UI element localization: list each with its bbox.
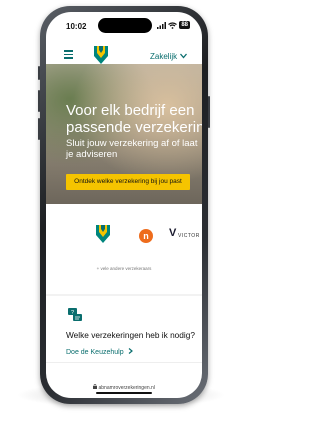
chat-question-icon: ? bbox=[68, 308, 82, 321]
segment-selector[interactable]: Zakelijk bbox=[150, 52, 177, 61]
more-insurers-text: + vele andere verzekeraars bbox=[96, 266, 152, 271]
wifi-icon bbox=[168, 21, 178, 29]
hero-subtitle: Sluit jouw verzekering af of laat je adv… bbox=[66, 138, 198, 160]
battery-indicator: 88 bbox=[179, 21, 190, 29]
hero-title: Voor elk bedrijf een passende verzekerin… bbox=[66, 102, 202, 136]
cta-button[interactable]: Ontdek welke verzekering bij jou past bbox=[66, 174, 190, 190]
victor-logo: VICTOR bbox=[178, 233, 200, 239]
keuzehulp-link-label[interactable]: Doe de Keuzehulp bbox=[66, 349, 124, 356]
side-button-left-top bbox=[38, 66, 40, 80]
section-divider bbox=[46, 294, 202, 296]
signal-icon bbox=[157, 21, 167, 29]
section-divider-2 bbox=[46, 362, 202, 363]
helper-title: Welke verzekeringen heb ik nodig? bbox=[66, 330, 195, 340]
side-button-right bbox=[208, 96, 210, 128]
status-bar: 10:02 88 bbox=[46, 12, 202, 34]
abn-amro-shield-logo[interactable] bbox=[94, 46, 108, 64]
status-icons: 88 bbox=[157, 21, 190, 29]
home-indicator[interactable] bbox=[96, 392, 152, 394]
lock-icon bbox=[93, 384, 98, 389]
keuzehulp-link[interactable]: Doe de Keuzehulp bbox=[66, 348, 133, 356]
browser-url[interactable]: abnamroverzekeringen.nl bbox=[98, 385, 154, 391]
browser-url-bar[interactable]: abnamroverzekeringen.nl bbox=[46, 384, 202, 391]
status-time: 10:02 bbox=[66, 22, 87, 31]
victor-logo-mark: V bbox=[169, 227, 177, 239]
mockup-stage: 10:02 88 Zakelijk Voor elk bedrijf een p… bbox=[0, 0, 241, 421]
phone-screen: 10:02 88 Zakelijk Voor elk bedrijf een p… bbox=[46, 12, 202, 398]
hamburger-menu-icon[interactable] bbox=[64, 50, 73, 59]
chevron-right-icon[interactable] bbox=[128, 348, 133, 354]
side-button-left-mid bbox=[38, 90, 40, 112]
dynamic-island bbox=[98, 18, 152, 33]
chevron-down-icon[interactable] bbox=[180, 53, 187, 59]
side-button-left-low bbox=[38, 118, 40, 140]
top-nav: Zakelijk bbox=[46, 44, 202, 66]
partner-logos-section: n V VICTOR + vele andere verzekeraars bbox=[46, 212, 202, 284]
hero-banner: Voor elk bedrijf een passende verzekerin… bbox=[46, 64, 202, 204]
nn-logo: n bbox=[139, 229, 153, 243]
abn-amro-logo bbox=[96, 225, 110, 243]
